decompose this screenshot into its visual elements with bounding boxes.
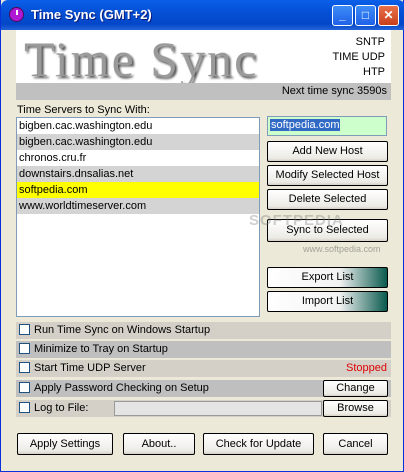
export-list-button[interactable]: Export List <box>267 267 388 288</box>
option-label: Minimize to Tray on Startup <box>34 343 168 355</box>
server-status-text: Stopped <box>346 362 387 374</box>
list-item[interactable]: chronos.cru.fr <box>17 150 259 166</box>
servers-label: Time Servers to Sync With: <box>17 104 150 116</box>
about-button[interactable]: About.. <box>123 433 195 455</box>
option-label: Apply Password Checking on Setup <box>34 382 209 394</box>
maximize-button[interactable]: □ <box>355 5 376 26</box>
delete-host-button[interactable]: Delete Selected <box>267 189 388 210</box>
app-logo: Time Sync <box>24 31 259 87</box>
option-label: Run Time Sync on Windows Startup <box>34 324 211 336</box>
window-title: Time Sync (GMT+2) <box>31 7 152 22</box>
app-window: Time Sync (GMT+2) _ □ ✕ Time Sync SNTP T… <box>0 0 404 472</box>
add-host-button[interactable]: Add New Host <box>267 141 388 162</box>
list-item[interactable]: bigben.cac.washington.edu <box>17 134 259 150</box>
banner: Time Sync SNTP TIME UDP HTP <box>16 30 391 87</box>
host-input[interactable]: softpedia.com <box>267 116 387 136</box>
option-label: Log to File: <box>34 402 89 414</box>
run-on-startup-checkbox[interactable] <box>19 324 30 335</box>
log-file-path-input[interactable] <box>114 401 322 416</box>
modify-host-button[interactable]: Modify Selected Host <box>267 165 388 186</box>
next-sync-text: Next time sync 3590s <box>281 85 387 97</box>
import-list-button[interactable]: Import List <box>267 291 388 312</box>
list-item[interactable]: bigben.cac.washington.edu <box>17 118 259 134</box>
list-item-selected[interactable]: softpedia.com <box>17 182 259 198</box>
minimize-button[interactable]: _ <box>332 5 353 26</box>
watermark: SOFTPEDIA <box>249 212 344 229</box>
log-to-file-checkbox[interactable] <box>19 402 30 413</box>
clock-icon[interactable] <box>9 7 24 22</box>
apply-settings-button[interactable]: Apply Settings <box>17 433 113 455</box>
close-button[interactable]: ✕ <box>378 5 399 26</box>
option-udp-server[interactable]: Start Time UDP Server Stopped <box>16 360 391 377</box>
protocol-time-udp: TIME UDP <box>332 51 385 63</box>
protocol-htp: HTP <box>363 66 385 78</box>
list-item[interactable]: downstairs.dnsalias.net <box>17 166 259 182</box>
change-password-button[interactable]: Change <box>323 380 388 397</box>
minimize-to-tray-checkbox[interactable] <box>19 343 30 354</box>
option-label: Start Time UDP Server <box>34 362 146 374</box>
cancel-button[interactable]: Cancel <box>323 433 388 455</box>
list-item[interactable]: www.worldtimeserver.com <box>17 198 259 214</box>
host-input-value: softpedia.com <box>270 119 341 131</box>
option-minimize-to-tray[interactable]: Minimize to Tray on Startup <box>16 341 391 358</box>
browse-button[interactable]: Browse <box>323 400 388 417</box>
password-check-checkbox[interactable] <box>19 382 30 393</box>
option-run-on-startup[interactable]: Run Time Sync on Windows Startup <box>16 322 391 339</box>
protocol-sntp: SNTP <box>355 36 385 48</box>
next-sync-bar: Next time sync 3590s <box>16 83 391 100</box>
watermark-url: www.softpedia.com <box>303 244 381 254</box>
title-bar[interactable]: Time Sync (GMT+2) _ □ ✕ <box>1 0 404 30</box>
check-update-button[interactable]: Check for Update <box>203 433 314 455</box>
udp-server-checkbox[interactable] <box>19 362 30 373</box>
server-list[interactable]: bigben.cac.washington.edu bigben.cac.was… <box>16 117 260 317</box>
